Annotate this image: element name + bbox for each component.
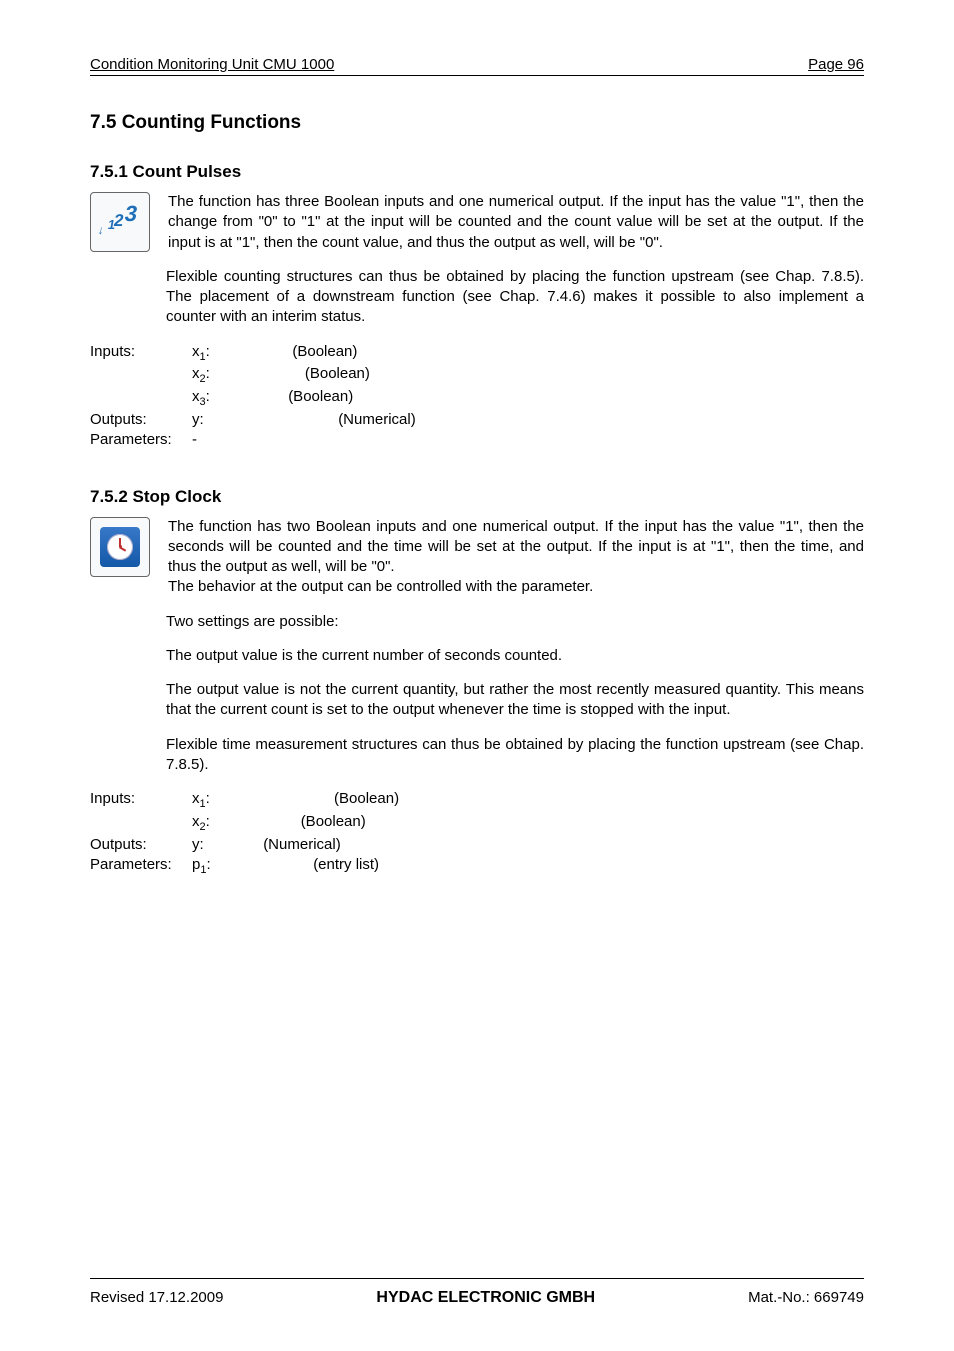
heading-count-pulses: 7.5.1 Count Pulses xyxy=(90,162,864,182)
stop-clock-paragraph-1: The function has two Boolean inputs and … xyxy=(168,517,864,598)
io-label-inputs: Inputs: xyxy=(90,789,192,812)
io-label-outputs: Outputs: xyxy=(90,410,192,430)
io-label-outputs: Outputs: xyxy=(90,835,192,855)
stop-clock-icon xyxy=(90,517,150,577)
io-label-inputs: Inputs: xyxy=(90,342,192,365)
heading-stop-clock: 7.5.2 Stop Clock xyxy=(90,487,864,507)
stop-clock-io: Inputs: x1: (Boolean) x2: (Boolean) Outp… xyxy=(90,789,864,878)
stop-clock-paragraph-3: The output value is the current number o… xyxy=(166,646,864,666)
footer-center: HYDAC ELECTRONIC GMBH xyxy=(376,1289,595,1307)
count-pulses-icon: ↓ 1 2 3 xyxy=(90,192,150,252)
section-stop-clock: 7.5.2 Stop Clock The function has two Bo… xyxy=(90,487,864,878)
stop-clock-paragraph-4: The output value is not the current quan… xyxy=(166,680,864,721)
stop-clock-paragraph-2: Two settings are possible: xyxy=(166,612,864,632)
footer-rule xyxy=(90,1278,864,1279)
heading-counting-functions: 7.5 Counting Functions xyxy=(90,112,864,134)
count-pulses-paragraph-2: Flexible counting structures can thus be… xyxy=(166,267,864,328)
footer-right: Mat.-No.: 669749 xyxy=(748,1289,864,1307)
header-rule xyxy=(90,75,864,76)
footer-left: Revised 17.12.2009 xyxy=(90,1289,223,1307)
page-footer: Revised 17.12.2009 HYDAC ELECTRONIC GMBH… xyxy=(90,1271,864,1308)
count-pulses-paragraph-1: The function has three Boolean inputs an… xyxy=(168,192,864,253)
section-count-pulses: 7.5.1 Count Pulses ↓ 1 2 3 The function … xyxy=(90,162,864,451)
stop-clock-paragraph-5: Flexible time measurement structures can… xyxy=(166,735,864,776)
count-pulses-io: Inputs: x1: (Boolean) x2: (Boolean) x3: … xyxy=(90,342,864,451)
page-header: Condition Monitoring Unit CMU 1000 Page … xyxy=(90,56,864,73)
io-label-parameters: Parameters: xyxy=(90,855,192,878)
io-label-parameters: Parameters: xyxy=(90,430,192,450)
header-left: Condition Monitoring Unit CMU 1000 xyxy=(90,56,334,73)
header-right: Page 96 xyxy=(808,56,864,73)
